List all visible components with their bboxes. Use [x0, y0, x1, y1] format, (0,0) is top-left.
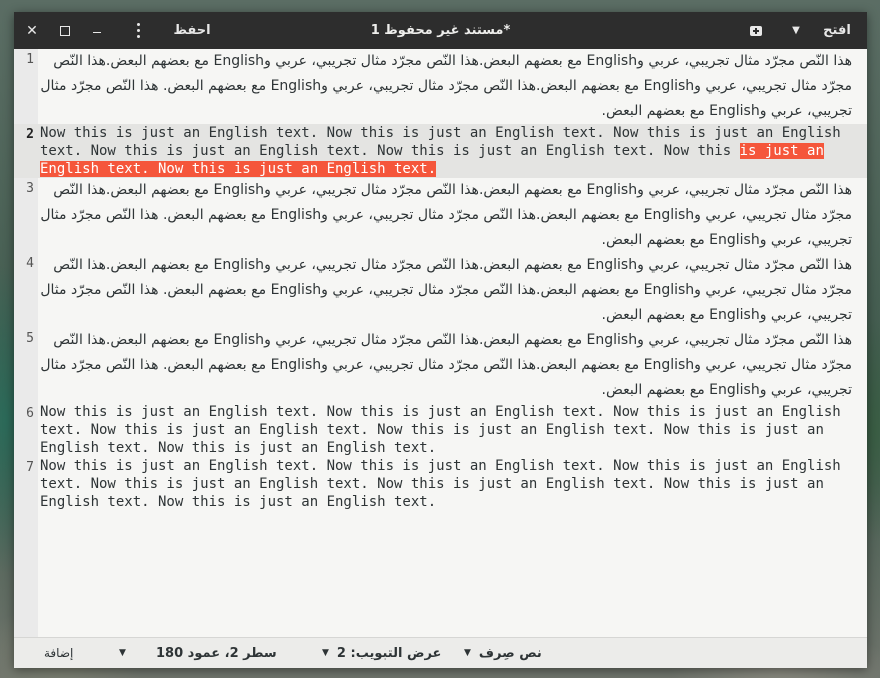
menu-dot-icon: [136, 23, 140, 26]
open-button[interactable]: افتح: [814, 12, 860, 49]
editor-line[interactable]: 1 هذا النّص مجرّد مثال تجريبي، عربي وEngl…: [14, 49, 867, 124]
header-bar: ✕ احفظ *مستند غير محفوظ 1 ▼ افتح: [14, 12, 867, 49]
tab-width-label: عرض التبويب: 2: [336, 645, 442, 661]
line-number: 3: [26, 181, 34, 196]
line-text: Now this is just an English text. Now th…: [40, 404, 841, 456]
tab-width-selector[interactable]: ▼ عرض التبويب: 2: [314, 638, 441, 668]
line-number: 7: [26, 460, 34, 475]
chevron-down-icon: ▼: [322, 648, 329, 658]
open-dropdown-button[interactable]: ▼: [786, 12, 806, 49]
editor-lines: 1 هذا النّص مجرّد مثال تجريبي، عربي وEngl…: [14, 49, 867, 511]
status-bar: إضافة ▼ سطر 2، عمود 180 ▼ عرض التبويب: 2…: [14, 637, 867, 668]
line-number: 5: [26, 331, 34, 346]
line-number: 1: [26, 52, 34, 67]
editor-line[interactable]: 6 Now this is just an English text. Now t…: [14, 403, 867, 457]
line-text-unselected: Now this is just an English text. Now th…: [40, 125, 841, 159]
line-text: هذا النّص مجرّد مثال تجريبي، عربي وEngli…: [40, 332, 852, 398]
save-button[interactable]: احفظ: [166, 12, 218, 49]
new-document-button[interactable]: [744, 12, 768, 49]
menu-button[interactable]: [124, 12, 152, 49]
line-text: هذا النّص مجرّد مثال تجريبي، عربي وEngli…: [40, 257, 852, 323]
chevron-down-icon: ▼: [464, 648, 471, 658]
menu-dot-icon: [136, 29, 140, 32]
maximize-icon: [60, 25, 70, 36]
text-editor[interactable]: 1 هذا النّص مجرّد مثال تجريبي، عربي وEngl…: [14, 49, 867, 638]
minimize-button[interactable]: [84, 12, 110, 49]
syntax-selector[interactable]: ▼ نص صِرف: [456, 638, 542, 668]
line-text: هذا النّص مجرّد مثال تجريبي، عربي وEngli…: [40, 182, 852, 248]
cursor-position[interactable]: سطر 2، عمود 180: [156, 638, 277, 668]
new-document-icon: [750, 25, 762, 36]
line-text: Now this is just an English text. Now th…: [40, 458, 841, 510]
chevron-down-icon: ▼: [792, 25, 800, 36]
editor-line[interactable]: 2 Now this is just an English text. Now t…: [14, 124, 867, 178]
text-editor-window: ✕ احفظ *مستند غير محفوظ 1 ▼ افتح 1 هذا ال…: [14, 12, 867, 668]
editor-line[interactable]: 4 هذا النّص مجرّد مثال تجريبي، عربي وEngl…: [14, 253, 867, 328]
maximize-button[interactable]: [52, 12, 78, 49]
close-button[interactable]: ✕: [19, 12, 45, 49]
line-text: Now this is just an English text. Now th…: [40, 124, 867, 178]
menu-dot-icon: [136, 35, 140, 38]
addon-label[interactable]: إضافة: [44, 638, 73, 668]
editor-line[interactable]: 7 Now this is just an English text. Now t…: [14, 457, 867, 511]
editor-line[interactable]: 5 هذا النّص مجرّد مثال تجريبي، عربي وEngl…: [14, 328, 867, 403]
close-icon: ✕: [26, 22, 38, 39]
editor-line[interactable]: 3 هذا النّص مجرّد مثال تجريبي، عربي وEngl…: [14, 178, 867, 253]
line-number: 4: [26, 256, 34, 271]
syntax-label: نص صِرف: [478, 645, 542, 661]
line-text: هذا النّص مجرّد مثال تجريبي، عربي وEngli…: [40, 53, 852, 119]
line-number: 2: [26, 127, 34, 142]
chevron-down-icon[interactable]: ▼: [119, 638, 126, 668]
line-number: 6: [26, 406, 34, 421]
minimize-icon: [93, 32, 101, 33]
